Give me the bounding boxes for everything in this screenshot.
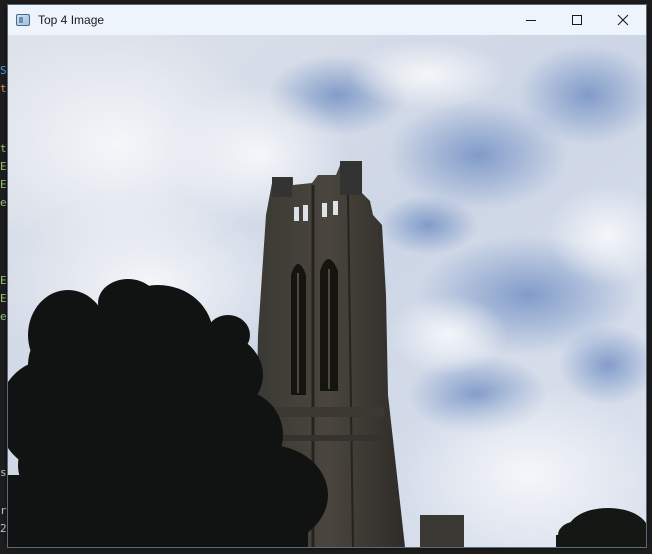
close-button[interactable] <box>600 5 646 35</box>
editor-char: S <box>0 64 7 77</box>
maximize-icon <box>572 15 582 25</box>
editor-char: r <box>0 504 7 517</box>
editor-char: 2 <box>0 522 7 535</box>
editor-char: e <box>0 310 7 323</box>
photo-icon <box>8 35 646 547</box>
small-building <box>420 515 464 547</box>
editor-char: E <box>0 274 7 287</box>
window-controls <box>508 5 646 35</box>
editor-char: E <box>0 292 7 305</box>
editor-char: e <box>0 196 7 209</box>
app-window-icon <box>16 14 30 26</box>
editor-char: t <box>0 82 7 95</box>
image-viewer-window: Top 4 Image <box>7 4 647 548</box>
editor-char: s <box>0 466 7 479</box>
image-display <box>8 35 646 547</box>
editor-char: t <box>0 142 7 155</box>
editor-char: E <box>0 178 7 191</box>
maximize-button[interactable] <box>554 5 600 35</box>
title-bar[interactable]: Top 4 Image <box>8 5 646 35</box>
minimize-icon <box>526 20 536 21</box>
window-title: Top 4 Image <box>38 13 105 27</box>
editor-char: E <box>0 160 7 173</box>
close-icon <box>617 14 629 26</box>
minimize-button[interactable] <box>508 5 554 35</box>
